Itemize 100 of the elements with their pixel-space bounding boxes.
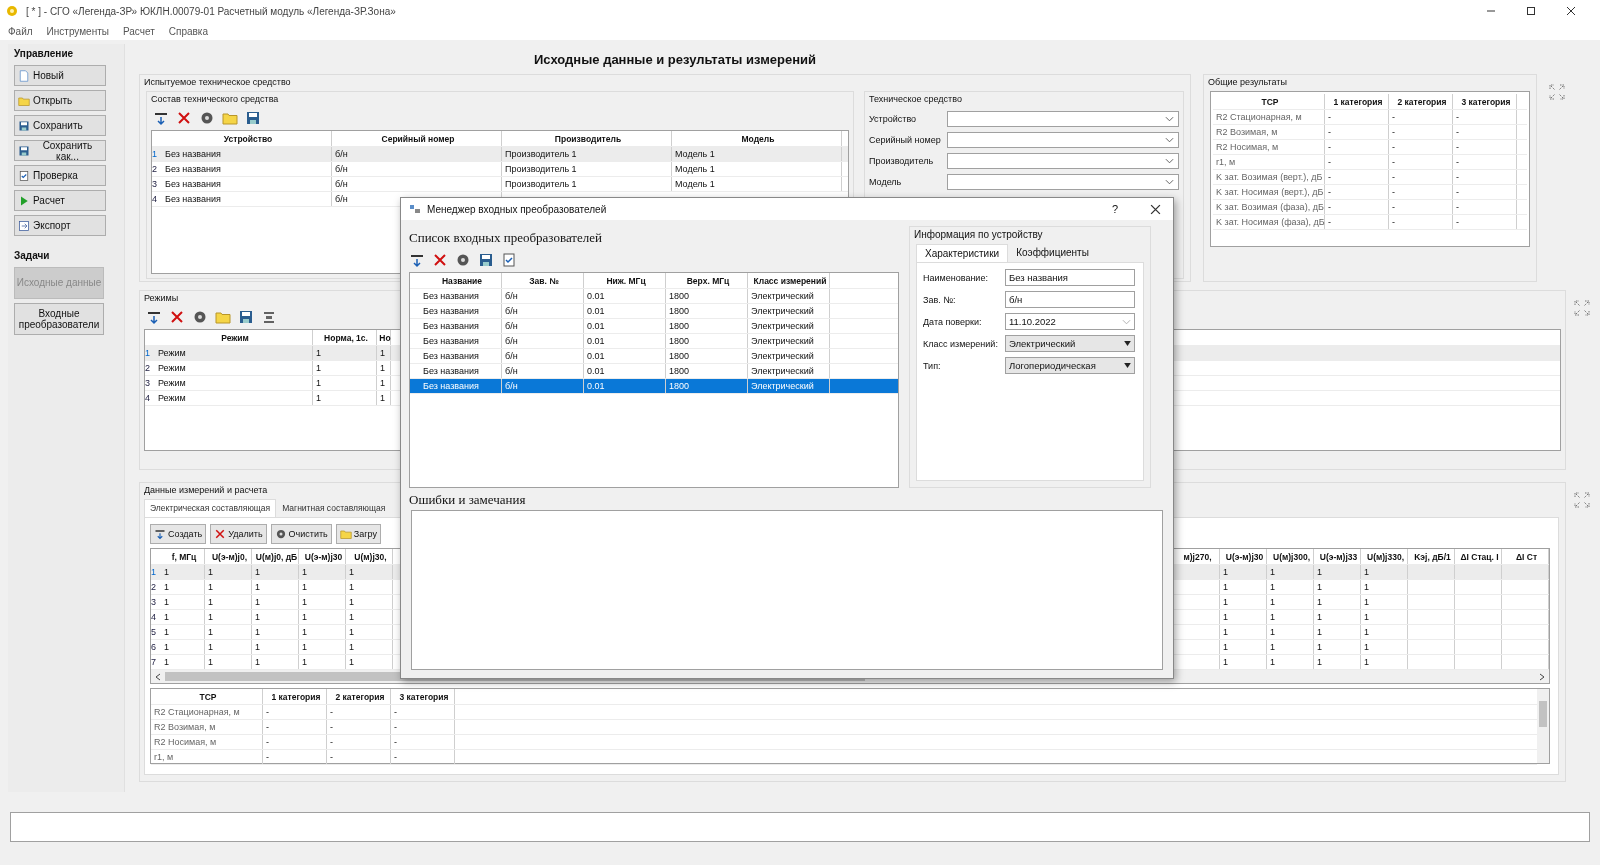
save-icon[interactable]	[478, 252, 494, 268]
sidebar-button[interactable]: Экспорт	[14, 215, 106, 236]
table-row[interactable]: Без названия б/н 0.01 1800 Электрический	[410, 304, 898, 319]
column-header: U(э-м)j33	[1314, 549, 1361, 564]
bars-icon[interactable]	[261, 309, 277, 325]
errors-field[interactable]	[411, 510, 1163, 670]
menu-item[interactable]: Расчет	[122, 25, 155, 37]
table-cell: -	[1389, 125, 1453, 139]
table-cell: 1	[1267, 565, 1314, 579]
toolbar-button[interactable]: Загру	[335, 524, 381, 544]
table-cell: -	[1389, 185, 1453, 199]
sidebar-button[interactable]: Открыть	[14, 90, 106, 111]
close-icon[interactable]	[1150, 203, 1161, 215]
table-row[interactable]: Без названия б/н 0.01 1800 Электрический	[410, 289, 898, 304]
table-cell: 1	[313, 376, 377, 390]
table-cell: 1	[205, 580, 252, 594]
table-row[interactable]: 1 Без названия б/н Производитель 1 Модель 1	[152, 147, 848, 162]
tab[interactable]: Коэффициенты	[1008, 244, 1097, 262]
gear-icon	[274, 528, 287, 540]
table-row[interactable]: 2 Без названия б/н Производитель 1 Модель 1	[152, 162, 848, 177]
tab[interactable]: Электрическая составляющая	[144, 499, 277, 517]
toolbar-button[interactable]: Удалить	[210, 524, 267, 544]
export-icon	[18, 219, 30, 232]
text-field[interactable]: Без названия	[1005, 269, 1135, 286]
expand-icon[interactable]	[1574, 492, 1590, 508]
gear-icon[interactable]	[192, 309, 208, 325]
save-icon[interactable]	[238, 309, 254, 325]
menu-item[interactable]: Справка	[168, 25, 208, 37]
gear-icon[interactable]	[199, 110, 215, 126]
dropdown-field[interactable]	[947, 132, 1179, 148]
dropdown-field[interactable]: Логопериодическая	[1005, 357, 1135, 374]
table-row[interactable]: Без названия б/н 0.01 1800 Электрический	[410, 349, 898, 364]
row-header: 3	[152, 179, 158, 189]
table-cell: 1	[1267, 640, 1314, 654]
table-cell: -	[263, 735, 327, 749]
table-cell: Модель 1	[672, 162, 842, 176]
dropdown-field[interactable]	[947, 174, 1179, 190]
dropdown-field[interactable]	[947, 153, 1179, 169]
column-header: U(м)j0, дБ	[252, 549, 299, 564]
group-title: Испытуемое техническое средство	[143, 76, 292, 89]
task-button[interactable]: Входные преобразователи	[14, 303, 104, 335]
table-cell: б/н	[502, 304, 584, 318]
gear-icon[interactable]	[455, 252, 471, 268]
table-cell: R2 Носимая, м	[151, 735, 263, 749]
table-cell: Режим	[155, 376, 313, 390]
table-row[interactable]: Без названия б/н 0.01 1800 Электрический	[410, 334, 898, 349]
close-icon[interactable]	[1566, 6, 1576, 16]
sidebar-button[interactable]: Новый	[14, 65, 106, 86]
text-field[interactable]: б/н	[1005, 291, 1135, 308]
delete-icon[interactable]	[169, 309, 185, 325]
maximize-icon[interactable]	[1526, 6, 1536, 16]
scroll-right-icon[interactable]	[1539, 672, 1545, 681]
toolbar-button[interactable]: Создать	[150, 524, 207, 544]
sidebar-button[interactable]: Сохранить	[14, 115, 106, 136]
table-cell: Электрический	[748, 319, 830, 333]
column-header: Производитель	[502, 131, 672, 146]
insert-row-icon[interactable]	[153, 110, 169, 126]
insert-row-icon[interactable]	[409, 252, 425, 268]
sidebar-button[interactable]: Проверка	[14, 165, 106, 186]
window-title: [ * ] - СГО «Легенда-ЗР» ЮКЛН.00079-01 Расчетный модуль «Легенда-ЗР.Зона»	[26, 5, 396, 17]
save-icon[interactable]	[245, 110, 261, 126]
vertical-scrollbar[interactable]	[1537, 689, 1549, 763]
table-cell: -	[1453, 110, 1517, 124]
table-cell: -	[1389, 140, 1453, 154]
table-cell: 1	[252, 595, 299, 609]
insert-row-icon[interactable]	[146, 309, 162, 325]
column-header: 2 категория	[1389, 94, 1453, 109]
table-row[interactable]: Без названия б/н 0.01 1800 Электрический	[410, 379, 898, 394]
table-row[interactable]: 3 Без названия б/н Производитель 1 Модель 1	[152, 177, 848, 192]
menu-item[interactable]: Файл	[8, 25, 33, 37]
table-row[interactable]: Без названия б/н 0.01 1800 Электрический	[410, 319, 898, 334]
group-title: Информация по устройству	[913, 228, 1044, 242]
sidebar-button[interactable]: Сохранить как...	[14, 140, 106, 161]
scroll-left-icon[interactable]	[155, 672, 161, 681]
expand-icon[interactable]	[1549, 84, 1565, 100]
dropdown-field[interactable]	[947, 111, 1179, 127]
checklist-icon[interactable]	[501, 252, 517, 268]
table-cell: 1	[252, 610, 299, 624]
date-field[interactable]: 11.10.2022	[1005, 313, 1135, 330]
table-cell: -	[1325, 110, 1389, 124]
tab[interactable]: Магнитная составляющая	[276, 499, 392, 517]
chevron-down-icon	[1165, 116, 1174, 122]
menu-item[interactable]: Инструменты	[46, 25, 109, 37]
help-button[interactable]: ?	[1111, 203, 1118, 215]
column-header: 1 категория	[263, 689, 327, 704]
sidebar-button[interactable]: Расчет	[14, 190, 106, 211]
delete-icon[interactable]	[432, 252, 448, 268]
dropdown-field[interactable]: Электрический	[1005, 335, 1135, 352]
column-header: Но	[377, 330, 391, 345]
chevron-down-icon	[1165, 137, 1174, 143]
tab[interactable]: Характеристики	[916, 244, 1009, 262]
message-field[interactable]	[10, 812, 1590, 842]
table-cell: -	[263, 720, 327, 734]
delete-icon[interactable]	[176, 110, 192, 126]
toolbar-button[interactable]: Очистить	[270, 524, 332, 544]
table-cell: -	[1453, 215, 1517, 229]
column-header: Класс измерений	[748, 273, 830, 288]
column-header: ΔI Ст	[1502, 549, 1549, 564]
expand-icon[interactable]	[1574, 300, 1590, 316]
column-header: Ниж. МГц	[584, 273, 666, 288]
